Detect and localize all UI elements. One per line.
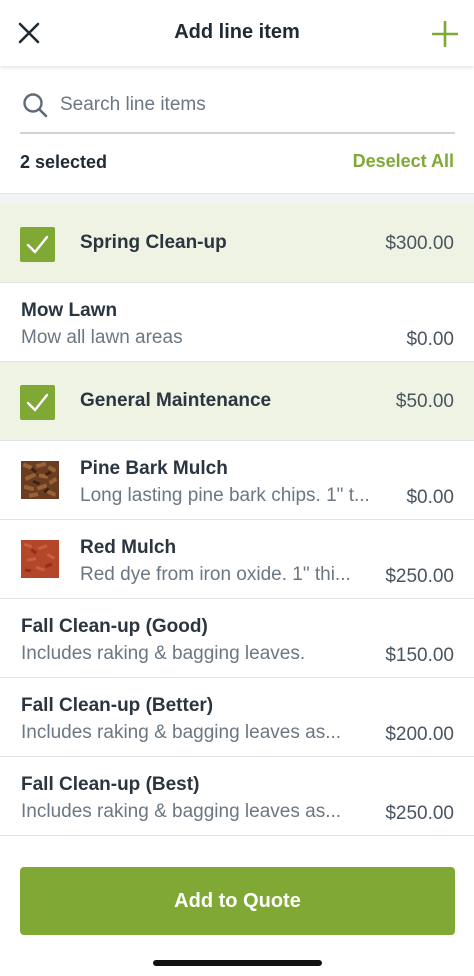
search-input[interactable] [60,94,440,116]
list-item[interactable]: Red Mulch Red dye from iron oxide. 1" th… [0,520,474,599]
checkmark-icon [26,393,49,412]
item-description: Includes raking & bagging leaves. [21,643,306,664]
add-to-quote-button[interactable]: Add to Quote [20,867,455,935]
section-divider [0,193,474,204]
item-price: $250.00 [385,803,454,824]
pine-bark-mulch-image [21,461,59,499]
list-item[interactable]: Mow Lawn Mow all lawn areas $0.00 [0,283,474,362]
list-item[interactable]: General Maintenance $50.00 [0,362,474,441]
selection-bar: 2 selected Deselect All [0,140,474,192]
checkbox-checked[interactable] [20,385,55,420]
item-price: $0.00 [406,487,454,508]
item-description: Mow all lawn areas [21,327,183,348]
item-description: Includes raking & bagging leaves as... [21,801,342,822]
search-bar [20,78,455,134]
item-price: $250.00 [385,566,454,587]
page-title: Add line item [174,20,300,43]
item-name: Fall Clean-up (Best) [21,774,200,795]
red-mulch-image [21,540,59,578]
list-item[interactable]: Spring Clean-up $300.00 [0,204,474,283]
item-price: $50.00 [395,391,454,412]
home-indicator [153,960,322,966]
checkbox-checked[interactable] [20,227,55,262]
checkmark-icon [26,235,49,254]
plus-icon[interactable] [432,21,458,47]
footer: Add to Quote [0,846,474,976]
app-header: Add line item [0,0,474,66]
list-item[interactable]: Fall Clean-up (Best) Includes raking & b… [0,757,474,836]
item-name: Pine Bark Mulch [80,458,228,479]
item-name: Mow Lawn [21,300,118,321]
item-price: $0.00 [406,329,454,350]
item-price: $150.00 [385,645,454,666]
search-icon [23,93,48,118]
close-icon[interactable] [18,22,40,44]
item-price: $200.00 [385,724,454,745]
list-item[interactable]: Fall Clean-up (Good) Includes raking & b… [0,599,474,678]
selected-count: 2 selected [20,152,108,172]
item-name: Fall Clean-up (Good) [21,616,208,637]
item-description: Red dye from iron oxide. 1" thi... [80,564,351,585]
list-item[interactable]: Fall Clean-up (Better) Includes raking &… [0,678,474,757]
item-price: $300.00 [385,233,454,254]
item-description: Includes raking & bagging leaves as... [21,722,342,743]
item-name: General Maintenance [80,390,272,411]
deselect-all-button[interactable]: Deselect All [353,151,454,172]
list-item[interactable]: Pine Bark Mulch Long lasting pine bark c… [0,441,474,520]
item-name: Spring Clean-up [80,232,227,253]
line-item-list: Spring Clean-up $300.00 Mow Lawn Mow all… [0,204,474,836]
item-name: Red Mulch [80,537,177,558]
item-description: Long lasting pine bark chips. 1" t... [80,485,370,506]
item-name: Fall Clean-up (Better) [21,695,214,716]
